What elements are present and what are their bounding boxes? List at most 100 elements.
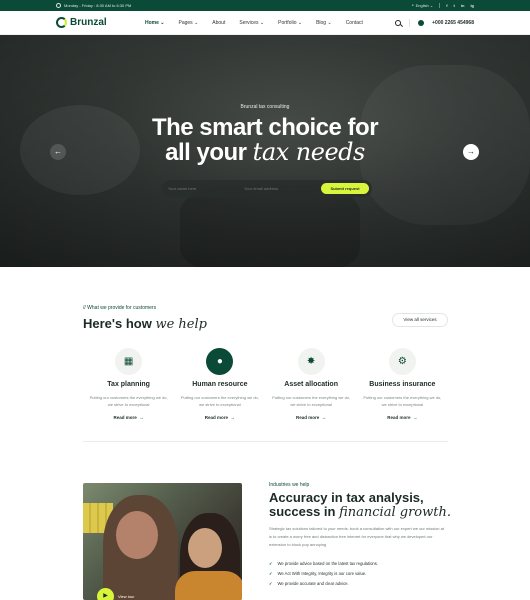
read-more-label: Read more [113,415,137,420]
hero-title-line2: all your tax needs [0,138,530,166]
language-label: English [415,3,429,8]
main-nav: Home ⌄ Pages ⌄ About Services ⌄ Portfoli… [145,20,363,26]
nav-item-portfolio[interactable]: Portfolio ⌄ [278,20,302,26]
service-title: Asset allocation [284,381,338,388]
slider-prev-button[interactable]: ← [50,144,66,160]
services-title: Here's how we help [83,316,207,332]
top-bar: Monday - Friday : 8:30 AM to 6:30 PM ⚬ E… [0,0,530,11]
view-all-services-button[interactable]: View all services [392,313,448,327]
instagram-icon[interactable]: ig [470,3,474,8]
service-card-business-insurance[interactable]: ⚙ Business insurance Putting our custome… [357,348,448,420]
nav-item-contact[interactable]: Contact [346,20,363,26]
logo[interactable]: Brunzal [56,17,107,28]
industries-title-emphasis: financial growth. [339,505,451,520]
calculator-icon: ▦ [115,348,143,375]
service-card-asset-allocation[interactable]: ✸ Asset allocation Putting our customers… [266,348,357,420]
business-hours: Monday - Friday : 8:30 AM to 6:30 PM [56,3,131,8]
read-more-label: Read more [387,415,411,420]
header-right: +000 2265 454968 [395,19,474,27]
phone-number[interactable]: +000 2265 454968 [432,20,474,26]
nav-item-about[interactable]: About [212,20,225,26]
services-eyebrow: // What we provide for customers [83,305,157,311]
nav-item-blog[interactable]: Blog ⌄ [316,20,332,26]
email-input[interactable] [244,183,314,194]
service-card-tax-planning[interactable]: ▦ Tax planning Putting our customers the… [83,348,174,420]
logo-mark-icon [56,17,67,28]
read-more-label: Read more [295,415,320,420]
divider [439,3,441,8]
twitter-icon[interactable]: t [454,3,455,8]
industries-title-plain: success in [269,504,340,519]
hero-title-emphasis: tax needs [252,138,366,166]
check-icon: ✓ [269,570,273,576]
checklist-text: We Act With Integrity, Integrity is our … [277,570,367,576]
service-title: Tax planning [107,381,150,388]
linkedin-icon[interactable]: in [461,3,465,8]
photo-detail [175,571,242,600]
phone-icon [418,20,425,26]
language-selector[interactable]: ⚬ English ⌄ [411,3,433,8]
industries-title: Accuracy in tax analysis, success in fin… [269,491,469,520]
read-more-link[interactable]: Read more → [266,415,357,420]
slider-next-button[interactable]: → [463,144,479,160]
industries-eyebrow: Industries we help [269,482,310,488]
industries-description: Strategic tax solutions tailored to your… [269,526,444,547]
hero-title: The smart choice for all your tax needs [0,115,530,165]
service-description: Putting our customers the everything we … [89,395,168,407]
team-photo: ▶ View tour [83,483,242,600]
hero-form: Submit request [162,180,372,197]
services-title-plain: Here's how [83,316,156,331]
checklist-text: We provide accurate and clear advice. [277,580,349,586]
read-more-label: Read more [204,415,228,420]
nav-label: Services [239,20,259,26]
services-title-emphasis: we help [155,317,207,332]
read-more-link[interactable]: Read more → [357,415,448,420]
gear-icon: ⚙ [388,348,416,375]
nav-label: Pages [178,20,193,26]
checklist-item: ✓ We provide accurate and clear advice. [269,578,378,588]
nav-label: Blog [316,20,327,26]
nav-item-home[interactable]: Home ⌄ [145,20,165,26]
checklist-item: ✓ We provide advice based on the latest t… [269,558,378,568]
service-title: Business insurance [369,381,436,388]
service-card-human-resource[interactable]: ● Human resource Putting our customers t… [174,348,265,420]
industries-title-line1: Accuracy in tax analysis, [269,490,424,505]
video-play-button[interactable]: ▶ View tour [97,588,135,600]
photo-detail [188,528,222,568]
services-list: ▦ Tax planning Putting our customers the… [83,348,448,420]
video-label: View tour [118,594,135,599]
photo-detail [116,511,158,559]
service-description: Putting our customers the everything we … [272,395,351,407]
clock-icon [56,3,61,8]
nav-item-pages[interactable]: Pages ⌄ [179,20,199,26]
nav-item-services[interactable]: Services ⌄ [239,20,264,26]
search-icon[interactable] [395,20,402,26]
facebook-icon[interactable]: f [446,3,447,8]
hero-title-line1: The smart choice for [151,114,379,141]
read-more-link[interactable]: Read more → [174,415,265,420]
checklist-item: ✓ We Act With Integrity, Integrity is our… [269,568,378,578]
check-icon: ✓ [269,580,273,586]
play-icon: ▶ [97,588,114,600]
name-input[interactable] [168,183,238,194]
service-description: Putting our customers the everything we … [180,395,259,407]
check-icon: ✓ [269,560,273,566]
lightbulb-icon: ✸ [297,348,325,375]
nav-label: Home [145,20,159,26]
divider [409,19,411,27]
logo-text: Brunzal [70,17,107,28]
service-title: Human resource [192,381,248,388]
business-hours-text: Monday - Friday : 8:30 AM to 6:30 PM [64,3,132,8]
hero-tagline: Brunzal tax consulting [240,104,290,110]
nav-label: Portfolio [278,20,297,26]
submit-request-button[interactable]: Submit request [321,183,369,194]
people-icon: ● [206,348,234,375]
read-more-link[interactable]: Read more → [83,415,174,420]
site-header: Brunzal Home ⌄ Pages ⌄ About Services ⌄ … [0,11,530,35]
checklist-text: We provide advice based on the latest ta… [277,560,378,566]
feature-checklist: ✓ We provide advice based on the latest t… [269,558,378,588]
service-description: Putting our customers the everything we … [363,395,442,407]
top-bar-right: ⚬ English ⌄ f t in ig [411,3,474,8]
hero-section: Brunzal tax consulting The smart choice … [0,35,530,267]
section-divider [83,441,448,442]
